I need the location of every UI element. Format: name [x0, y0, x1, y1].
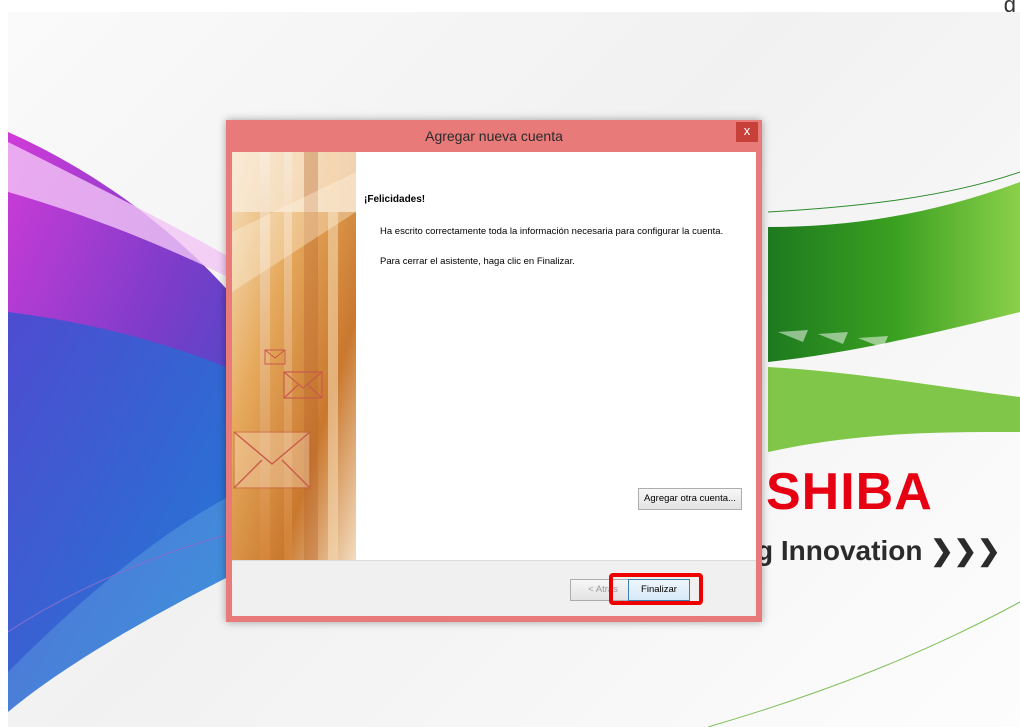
- add-account-dialog: Agregar nueva cuenta x ¡Felicidades! Ha …: [226, 120, 762, 622]
- wizard-side-art: [232, 152, 356, 560]
- brand-name: SHIBA: [766, 463, 933, 521]
- brand-logo: SHIBA g Innovation ❯❯❯: [756, 462, 1016, 582]
- top-strip: g: [0, 0, 1020, 17]
- finish-instruction: Para cerrar el asistente, haga clic en F…: [380, 256, 575, 267]
- wizard-content: ¡Felicidades! Ha escrito correctamente t…: [356, 152, 756, 560]
- dialog-title: Agregar nueva cuenta: [425, 128, 563, 144]
- close-icon: x: [743, 123, 751, 138]
- dialog-client: ¡Felicidades! Ha escrito correctamente t…: [232, 152, 756, 616]
- add-another-account-button[interactable]: Agregar otra cuenta...: [638, 488, 742, 510]
- congrats-heading: ¡Felicidades!: [364, 194, 426, 205]
- envelopes-illustration: [232, 152, 356, 560]
- brand-tagline: g Innovation ❯❯❯: [756, 535, 1001, 566]
- success-message: Ha escrito correctamente toda la informa…: [380, 226, 724, 237]
- dialog-titlebar[interactable]: Agregar nueva cuenta x: [226, 120, 762, 152]
- large-envelope-icon: [233, 431, 311, 489]
- dialog-footer: < Atrás Finalizar: [232, 560, 756, 616]
- close-button[interactable]: x: [736, 122, 758, 142]
- finish-highlight-box: [609, 573, 703, 605]
